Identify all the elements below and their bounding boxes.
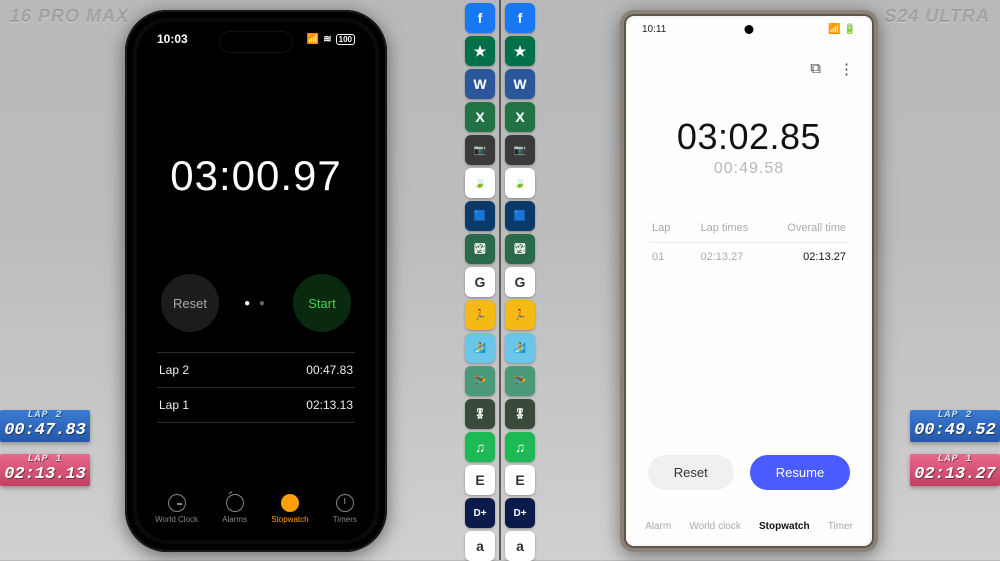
samsung-screen: 10:11 📶 🔋 ⧉ ⋮ 03:02.85 00:49.58 Lap Lap … bbox=[628, 18, 870, 544]
ios-status-time: 10:03 bbox=[157, 32, 188, 46]
facebook-icon: f bbox=[505, 3, 535, 33]
android-lap-table: Lap Lap times Overall time 01 02:13.27 0… bbox=[650, 214, 848, 271]
more-icon[interactable]: ⋮ bbox=[839, 60, 854, 78]
google-icon: G bbox=[465, 267, 495, 297]
android-lap-subtime: 00:49.58 bbox=[628, 160, 870, 178]
samsung-frame: 10:11 📶 🔋 ⧉ ⋮ 03:02.85 00:49.58 Lap Lap … bbox=[620, 10, 878, 552]
lap-label: Lap 1 bbox=[159, 398, 189, 412]
ios-tabbar: World Clock Alarms Stopwatch Timers bbox=[137, 490, 375, 534]
app-blue-icon: 🟦 bbox=[465, 201, 495, 231]
disney-plus-icon: D+ bbox=[465, 498, 495, 528]
android-status-time: 10:11 bbox=[642, 24, 666, 35]
amazon-icon: a bbox=[505, 531, 535, 561]
stopwatch-icon bbox=[281, 494, 299, 512]
camera-icon: 📷 bbox=[505, 135, 535, 165]
tab-stopwatch[interactable]: Stopwatch bbox=[759, 521, 810, 532]
app-blue-icon: 🟦 bbox=[505, 201, 535, 231]
starbucks-icon: ★ bbox=[465, 36, 495, 66]
app-icons-right-column: f★WX📷🍃🟦🏞G🏃🏄🪂🎖♫ED+a bbox=[505, 3, 535, 561]
timer-icon bbox=[336, 494, 354, 512]
overlay-right-lap2: LAP 200:49.52 bbox=[910, 410, 1000, 442]
spotify-icon: ♫ bbox=[465, 432, 495, 462]
cod-icon: 🎖 bbox=[505, 399, 535, 429]
espn-icon: E bbox=[505, 465, 535, 495]
app-icons-left-column: f★WX📷🍃🟦🏞G🏃🏄🪂🎖♫ED+a bbox=[465, 3, 495, 561]
left-device-title: 16 PRO MAX bbox=[10, 6, 129, 27]
col-laptimes: Lap times bbox=[701, 222, 779, 234]
col-lap: Lap bbox=[652, 222, 701, 234]
amazon-icon: a bbox=[465, 531, 495, 561]
excel-icon: X bbox=[505, 102, 535, 132]
disney-plus-icon: D+ bbox=[505, 498, 535, 528]
overlay-left-lap2: LAP 200:47.83 bbox=[0, 410, 90, 442]
spotify-icon: ♫ bbox=[505, 432, 535, 462]
snapseed-icon: 🍃 bbox=[505, 168, 535, 198]
pip-icon[interactable]: ⧉ bbox=[810, 60, 821, 78]
center-divider bbox=[499, 0, 501, 560]
starbucks-icon: ★ bbox=[505, 36, 535, 66]
android-status-bar: 10:11 📶 🔋 bbox=[628, 24, 870, 35]
lap-time: 00:47.83 bbox=[306, 363, 353, 377]
game3-icon: 🪂 bbox=[505, 366, 535, 396]
android-stopwatch-time: 03:02.85 bbox=[628, 116, 870, 158]
android-reset-button[interactable]: Reset bbox=[648, 455, 734, 490]
page-dots[interactable]: ● ● bbox=[244, 298, 268, 309]
android-status-icons: 📶 🔋 bbox=[828, 24, 856, 35]
lap-row: Lap 1 02:13.13 bbox=[157, 387, 355, 422]
iphone-screen: 10:03 📶 ≋ 100 03:00.97 Reset ● ● Start L… bbox=[137, 22, 375, 540]
cod-icon: 🎖 bbox=[465, 399, 495, 429]
tab-world-clock[interactable]: World clock bbox=[689, 521, 741, 532]
iphone-frame: 10:03 📶 ≋ 100 03:00.97 Reset ● ● Start L… bbox=[125, 10, 387, 552]
start-button[interactable]: Start bbox=[293, 274, 351, 332]
overlay-right-lap1: LAP 102:13.27 bbox=[910, 454, 1000, 486]
tab-alarms[interactable]: Alarms bbox=[222, 494, 247, 524]
google-icon: G bbox=[505, 267, 535, 297]
game2-icon: 🏄 bbox=[465, 333, 495, 363]
signal-icon: 📶 bbox=[307, 34, 319, 45]
camera-icon: 📷 bbox=[465, 135, 495, 165]
col-overall: Overall time bbox=[778, 222, 846, 234]
excel-icon: X bbox=[465, 102, 495, 132]
globe-icon bbox=[168, 494, 186, 512]
lap-label: Lap 2 bbox=[159, 363, 189, 377]
tab-world-clock[interactable]: World Clock bbox=[155, 494, 198, 524]
facebook-icon: f bbox=[465, 3, 495, 33]
tab-stopwatch[interactable]: Stopwatch bbox=[271, 494, 308, 524]
lap-row: Lap 2 00:47.83 bbox=[157, 352, 355, 387]
android-resume-button[interactable]: Resume bbox=[750, 455, 850, 490]
table-row: 01 02:13.27 02:13.27 bbox=[650, 243, 848, 271]
battery-indicator: 100 bbox=[336, 34, 355, 45]
ios-lap-list: Lap 2 00:47.83 Lap 1 02:13.13 bbox=[157, 352, 355, 423]
word-icon: W bbox=[505, 69, 535, 99]
landscape-icon: 🏞 bbox=[465, 234, 495, 264]
tab-timer[interactable]: Timer bbox=[828, 521, 853, 532]
game3-icon: 🪂 bbox=[465, 366, 495, 396]
overlay-left-lap1: LAP 102:13.13 bbox=[0, 454, 90, 486]
subway-surfers-icon: 🏃 bbox=[465, 300, 495, 330]
lap-time: 02:13.13 bbox=[306, 398, 353, 412]
wifi-icon: ≋ bbox=[323, 34, 331, 45]
right-device-title: S24 ULTRA bbox=[884, 6, 990, 27]
word-icon: W bbox=[465, 69, 495, 99]
snapseed-icon: 🍃 bbox=[465, 168, 495, 198]
ios-stopwatch-time: 03:00.97 bbox=[137, 152, 375, 200]
ios-status-bar: 10:03 📶 ≋ 100 bbox=[137, 32, 375, 46]
subway-surfers-icon: 🏃 bbox=[505, 300, 535, 330]
reset-button[interactable]: Reset bbox=[161, 274, 219, 332]
game2-icon: 🏄 bbox=[505, 333, 535, 363]
tab-alarm[interactable]: Alarm bbox=[645, 521, 671, 532]
android-tabbar: Alarm World clock Stopwatch Timer bbox=[628, 521, 870, 532]
alarm-icon bbox=[226, 494, 244, 512]
landscape-icon: 🏞 bbox=[505, 234, 535, 264]
tab-timers[interactable]: Timers bbox=[333, 494, 357, 524]
espn-icon: E bbox=[465, 465, 495, 495]
